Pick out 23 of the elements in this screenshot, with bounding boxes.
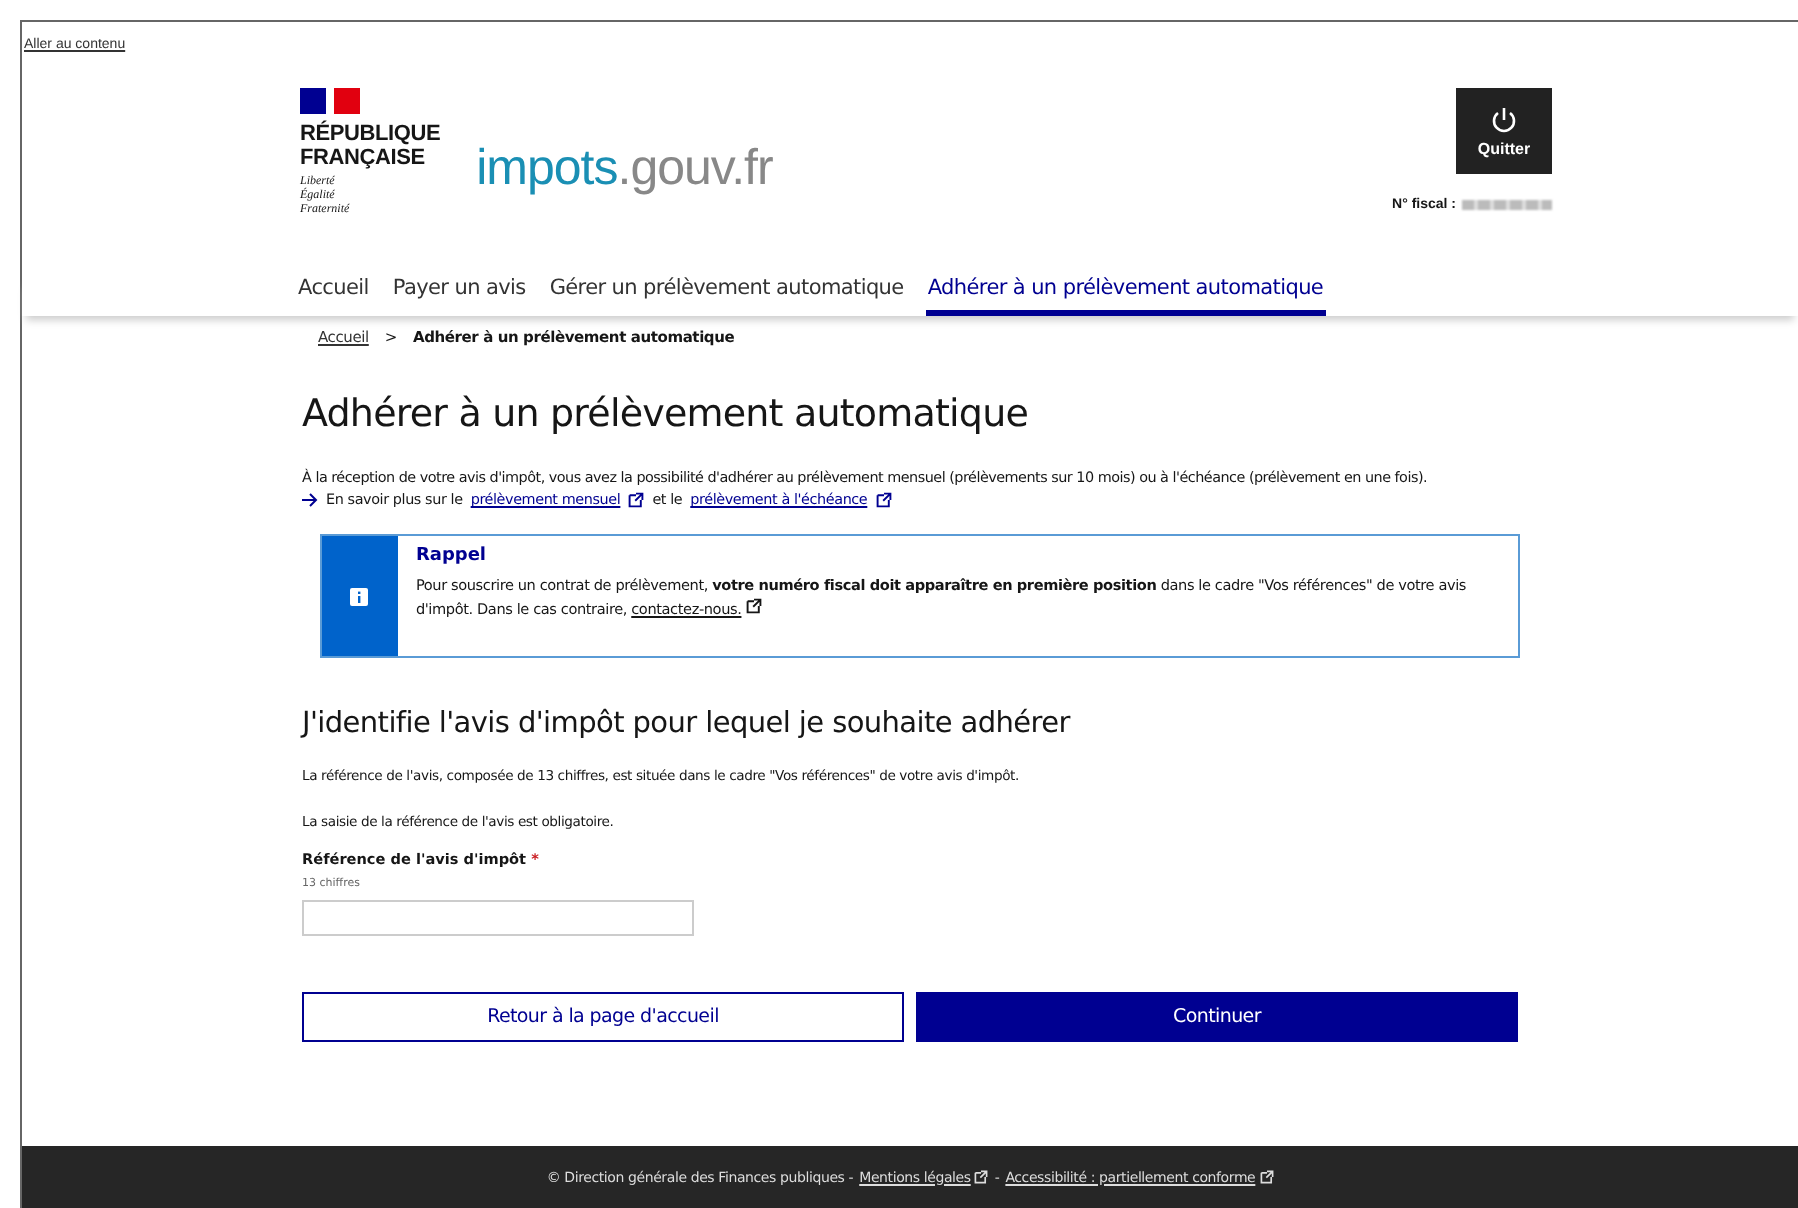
nav-tab[interactable]: Gérer un prélèvement automatique [547,276,906,316]
info-icon [350,587,369,605]
external-link-icon [745,598,762,614]
blurred-number [1462,200,1552,210]
reference-input-field[interactable] [302,900,694,936]
external-link-icon [974,1170,989,1184]
nav-tab[interactable]: Accueil [296,276,371,316]
external-link-icon [1259,1170,1274,1184]
arrow-icon [302,491,318,507]
logout-button[interactable]: Quitter [1456,88,1552,174]
nav-tab[interactable]: Adhérer à un prélèvement automatique [925,276,1326,316]
site-logo: impots.gouv.fr [476,140,773,198]
external-link-icon [628,491,645,507]
page-title: Adhérer à un prélèvement automatique [302,392,1031,436]
external-link-icon [875,491,892,507]
nav-tab[interactable]: Payer un avis [390,276,528,316]
section-title: J'identifie l'avis d'impôt pour lequel je souhaite adhérer [302,708,1073,740]
continue-button[interactable]: Continuer [916,992,1518,1042]
power-icon [1490,105,1518,133]
republique-francaise-text: RÉPUBLIQUE FRANÇAISE [300,122,441,170]
flag-logo-icon [300,88,360,114]
back-button[interactable]: Retour à la page d'accueil [302,992,904,1042]
callout-title: Rappel [415,546,489,566]
